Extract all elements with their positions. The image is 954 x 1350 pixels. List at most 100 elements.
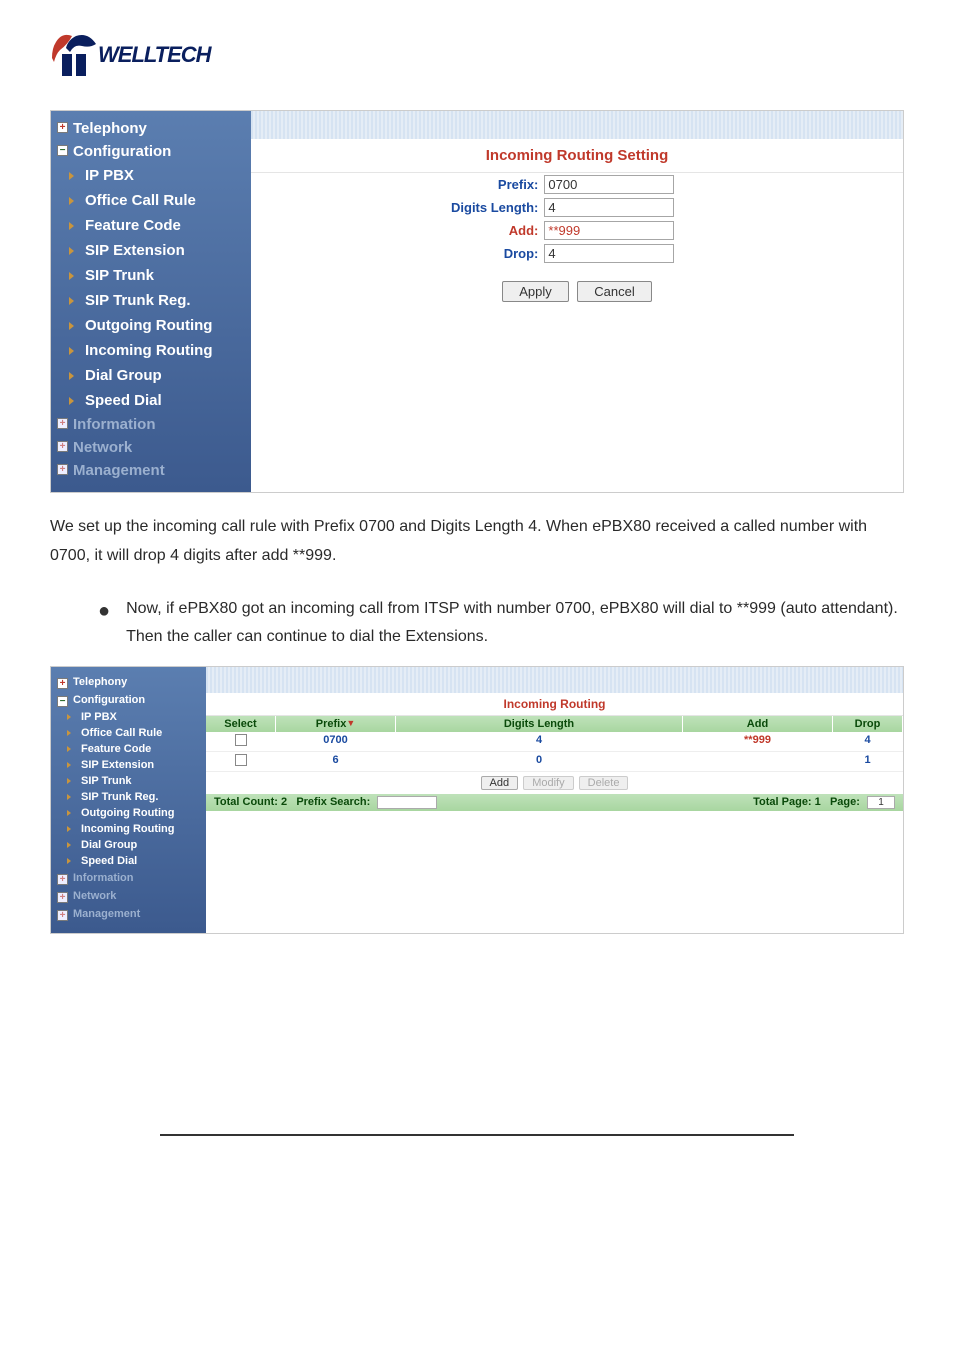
triangle-icon: [69, 397, 74, 405]
sidebar-section-label: Configuration: [73, 143, 171, 160]
triangle-icon: [67, 810, 71, 816]
footer-left: Total Count: 2 Prefix Search:: [214, 796, 437, 809]
cell-drop: 1: [833, 752, 903, 771]
sidebar-item-sip-trunk-reg[interactable]: SIP Trunk Reg.: [51, 789, 206, 805]
modify-button[interactable]: Modify: [523, 776, 573, 790]
add-button[interactable]: Add: [481, 776, 519, 790]
sidebar-section-label: Network: [73, 439, 132, 456]
delete-button[interactable]: Delete: [579, 776, 629, 790]
sidebar-section-information[interactable]: + Information: [51, 869, 206, 887]
sidebar-section-management[interactable]: + Management: [51, 459, 251, 482]
triangle-icon: [69, 247, 74, 255]
col-prefix[interactable]: Prefix▼: [276, 716, 396, 732]
sidebar-item-label: SIP Trunk: [85, 267, 154, 284]
sidebar-section-configuration[interactable]: − Configuration: [51, 691, 206, 709]
table-row[interactable]: 0700 4 **999 4: [206, 732, 903, 752]
triangle-icon: [69, 197, 74, 205]
triangle-icon: [67, 730, 71, 736]
triangle-icon: [69, 322, 74, 330]
sidebar-item-ip-pbx[interactable]: IP PBX: [51, 709, 206, 725]
row-checkbox[interactable]: [235, 734, 247, 746]
sidebar-section-configuration[interactable]: − Configuration: [51, 140, 251, 163]
sidebar-section-label: Configuration: [73, 694, 145, 706]
triangle-icon: [67, 858, 71, 864]
sidebar-item-speed-dial[interactable]: Speed Dial: [51, 388, 251, 413]
sidebar-item-office-call-rule[interactable]: Office Call Rule: [51, 725, 206, 741]
total-page-value: 1: [815, 796, 821, 808]
sidebar-item-label: Feature Code: [85, 217, 181, 234]
sidebar-item-outgoing-routing[interactable]: Outgoing Routing: [51, 313, 251, 338]
sidebar-item-sip-extension[interactable]: SIP Extension: [51, 238, 251, 263]
sidebar-section-management[interactable]: + Management: [51, 905, 206, 923]
sidebar-item-office-call-rule[interactable]: Office Call Rule: [51, 188, 251, 213]
sidebar-item-label: Speed Dial: [85, 392, 162, 409]
sidebar-section-network[interactable]: + Network: [51, 436, 251, 459]
sidebar-item-outgoing-routing[interactable]: Outgoing Routing: [51, 805, 206, 821]
sidebar-item-sip-trunk[interactable]: SIP Trunk: [51, 263, 251, 288]
logo-mark-icon: [50, 30, 100, 80]
sidebar-item-sip-extension[interactable]: SIP Extension: [51, 757, 206, 773]
sidebar: + Telephony − Configuration IP PBX Offic…: [51, 667, 206, 933]
sidebar-section-telephony[interactable]: + Telephony: [51, 117, 251, 140]
drop-input[interactable]: [544, 244, 674, 263]
sidebar-section-information[interactable]: + Information: [51, 413, 251, 436]
prefix-input[interactable]: [544, 175, 674, 194]
main-panel: Incoming Routing Setting Prefix: Digits …: [251, 111, 903, 492]
description-paragraph: We set up the incoming call rule with Pr…: [50, 513, 904, 571]
sidebar-item-ip-pbx[interactable]: IP PBX: [51, 163, 251, 188]
sidebar-item-dial-group[interactable]: Dial Group: [51, 363, 251, 388]
sidebar-item-label: IP PBX: [85, 167, 134, 184]
cancel-button[interactable]: Cancel: [577, 281, 651, 302]
sidebar-section-label: Information: [73, 416, 156, 433]
triangle-icon: [67, 842, 71, 848]
sidebar-item-speed-dial[interactable]: Speed Dial: [51, 853, 206, 869]
triangle-icon: [69, 347, 74, 355]
triangle-icon: [67, 714, 71, 720]
cell-add: **999: [683, 732, 833, 751]
sidebar-item-dial-group[interactable]: Dial Group: [51, 837, 206, 853]
sidebar-item-incoming-routing[interactable]: Incoming Routing: [51, 821, 206, 837]
cell-digits: 0: [396, 752, 683, 771]
triangle-icon: [69, 222, 74, 230]
prefix-search-input[interactable]: [377, 796, 437, 809]
triangle-icon: [69, 297, 74, 305]
col-select[interactable]: Select: [206, 716, 276, 732]
sidebar-item-feature-code[interactable]: Feature Code: [51, 213, 251, 238]
triangle-icon: [67, 746, 71, 752]
row-checkbox[interactable]: [235, 754, 247, 766]
digits-length-input[interactable]: [544, 198, 674, 217]
sidebar-item-label: Office Call Rule: [81, 727, 162, 739]
footer-right: Total Page: 1 Page:: [753, 796, 895, 809]
plus-icon: +: [57, 441, 68, 452]
sidebar-item-sip-trunk-reg[interactable]: SIP Trunk Reg.: [51, 288, 251, 313]
sidebar-section-network[interactable]: + Network: [51, 887, 206, 905]
sidebar-section-telephony[interactable]: + Telephony: [51, 673, 206, 691]
page-input[interactable]: [867, 796, 895, 809]
minus-icon: −: [57, 145, 68, 156]
routing-table: Select Prefix▼ Digits Length Add Drop 07…: [206, 716, 903, 811]
sidebar-item-label: Dial Group: [81, 839, 137, 851]
bullet-text: Now, if ePBX80 got an incoming call from…: [126, 595, 904, 653]
col-drop[interactable]: Drop: [833, 716, 903, 732]
sidebar-item-sip-trunk[interactable]: SIP Trunk: [51, 773, 206, 789]
logo-text: WELLTECH: [98, 42, 211, 68]
cell-prefix: 0700: [276, 732, 396, 751]
sidebar-item-label: Incoming Routing: [81, 823, 174, 835]
apply-button[interactable]: Apply: [502, 281, 569, 302]
table-header: Select Prefix▼ Digits Length Add Drop: [206, 716, 903, 732]
sidebar-item-label: Office Call Rule: [85, 192, 196, 209]
col-add[interactable]: Add: [683, 716, 833, 732]
add-input[interactable]: [544, 221, 674, 240]
total-count-value: 2: [281, 796, 287, 808]
cell-digits: 4: [396, 732, 683, 751]
add-label: Add:: [251, 223, 544, 238]
sidebar-item-label: Feature Code: [81, 743, 151, 755]
sidebar-item-label: Outgoing Routing: [85, 317, 212, 334]
cell-drop: 4: [833, 732, 903, 751]
col-digits-length[interactable]: Digits Length: [396, 716, 683, 732]
table-row[interactable]: 6 0 1: [206, 752, 903, 772]
sidebar-item-feature-code[interactable]: Feature Code: [51, 741, 206, 757]
sidebar-item-incoming-routing[interactable]: Incoming Routing: [51, 338, 251, 363]
panel-title: Incoming Routing Setting: [251, 139, 903, 173]
sidebar-section-label: Telephony: [73, 120, 147, 137]
